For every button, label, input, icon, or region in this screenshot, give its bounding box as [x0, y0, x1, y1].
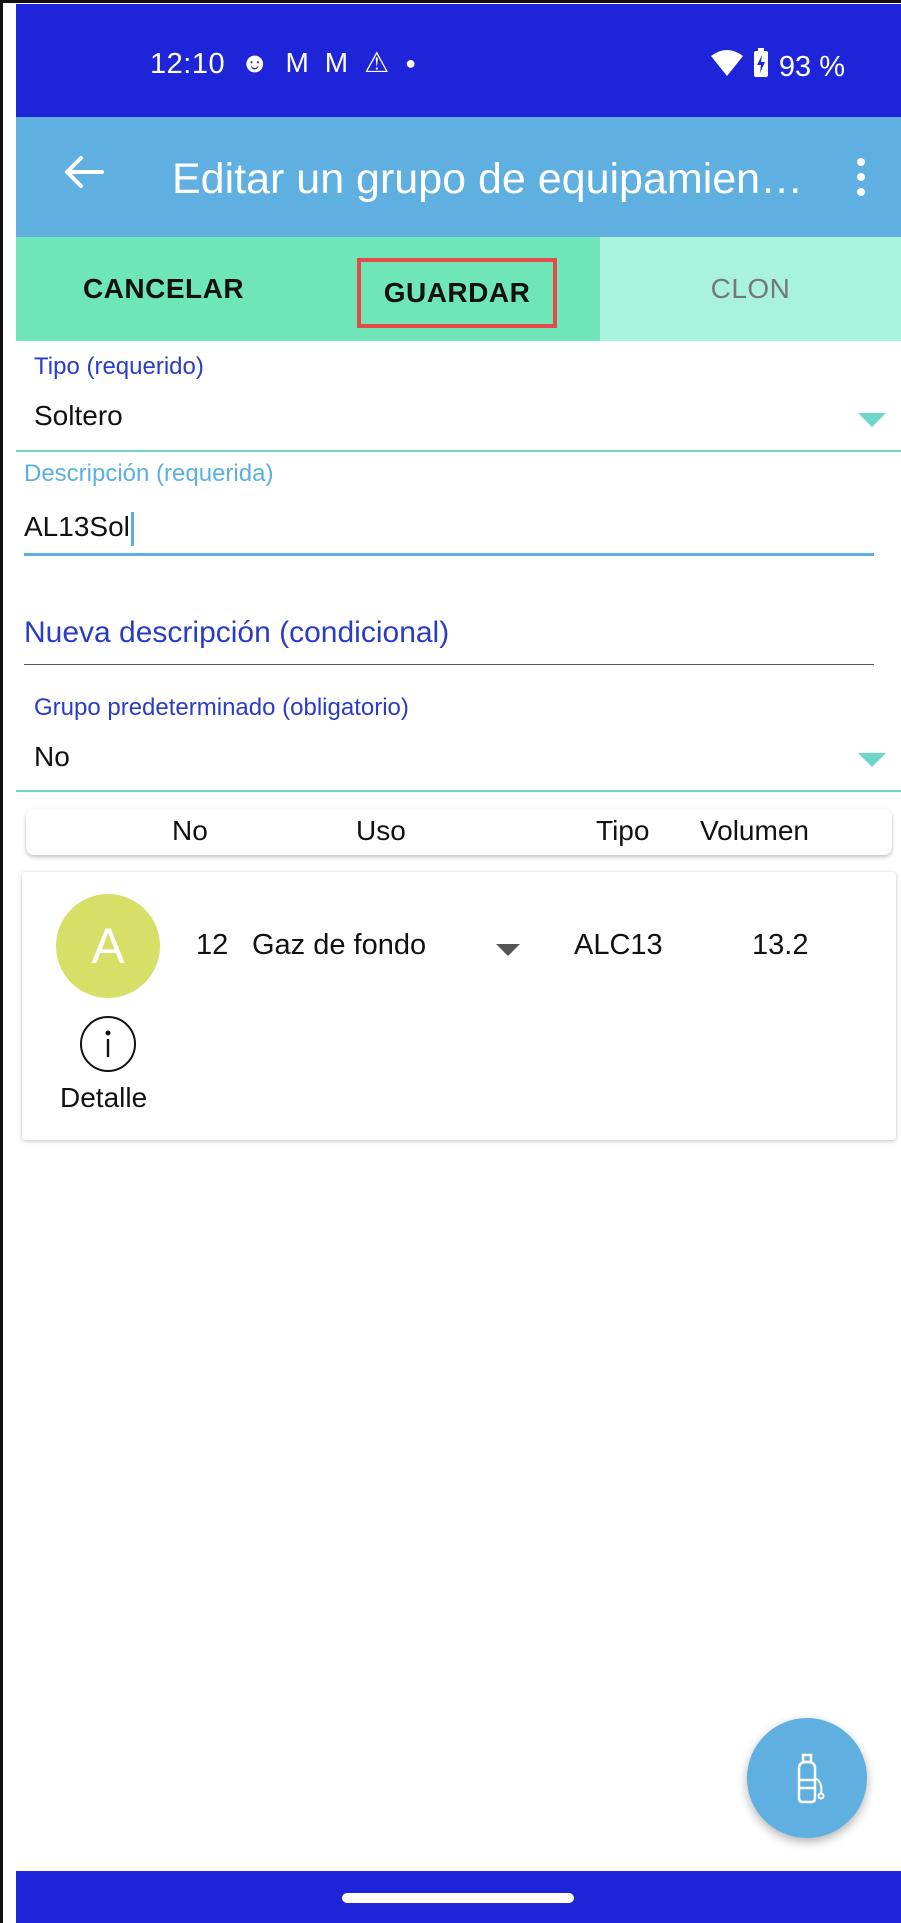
description-underline	[24, 553, 874, 556]
type-dropdown-icon[interactable]	[858, 413, 886, 427]
type-underline	[16, 450, 901, 452]
gmail-icon: M	[285, 47, 309, 78]
default-group-underline	[16, 790, 901, 792]
new-description-label: Nueva descripción (condicional)	[24, 616, 450, 649]
type-value: Soltero	[34, 400, 123, 431]
action-bar: CANCELAR GUARDAR CLON	[16, 237, 901, 341]
wifi-icon	[710, 50, 743, 84]
page-title: Editar un grupo de equipamien…	[172, 155, 804, 203]
gas-cylinder-icon	[797, 1753, 825, 1804]
more-options-icon[interactable]	[841, 147, 881, 207]
row-uso[interactable]: Gaz de fondo	[252, 929, 426, 962]
battery-percent: 93 %	[778, 50, 845, 83]
default-group-value: No	[34, 741, 70, 772]
add-cylinder-button[interactable]	[747, 1718, 867, 1838]
description-label: Descripción (requerida)	[24, 460, 274, 487]
battery-charging-icon	[753, 48, 769, 86]
navigation-bar	[16, 1871, 901, 1923]
row-tipo: ALC13	[574, 929, 663, 961]
detail-link[interactable]: Detalle	[60, 1082, 147, 1114]
dot-icon: ●	[405, 53, 417, 73]
description-value: AL13Sol	[24, 511, 130, 542]
header-tipo: Tipo	[596, 815, 650, 846]
header-no: No	[172, 815, 208, 846]
row-volumen: 13.2	[752, 929, 809, 961]
home-gesture-handle[interactable]	[342, 1893, 574, 1903]
table-header: No Uso Tipo Volumen	[26, 809, 892, 855]
warning-icon: ⚠	[364, 47, 390, 78]
avatar: A	[56, 894, 160, 998]
info-icon[interactable]	[80, 1016, 136, 1072]
equipment-row-card[interactable]: A Detalle 12 Gaz de fondo ALC13 13.2	[22, 872, 896, 1140]
face-icon: ☻	[240, 47, 270, 78]
row-no: 12	[196, 929, 229, 961]
type-label: Tipo (requerido)	[34, 353, 204, 380]
default-group-label: Grupo predeterminado (obligatorio)	[34, 694, 409, 721]
status-time: 12:10	[150, 48, 226, 80]
status-bar: 12:10 ☻ M M ⚠ ● 93 %	[16, 4, 901, 117]
clone-button[interactable]: CLON	[600, 237, 901, 341]
uso-dropdown-icon[interactable]	[496, 944, 520, 956]
header-uso: Uso	[356, 815, 406, 846]
default-group-dropdown-icon[interactable]	[858, 753, 886, 767]
header-volumen: Volumen	[700, 815, 809, 846]
new-description-underline	[24, 664, 874, 665]
back-arrow-icon[interactable]	[54, 145, 114, 205]
notification-icons: ☻ M M ⚠ ●	[240, 46, 416, 80]
description-input[interactable]: AL13Sol	[24, 511, 134, 546]
system-status: 93 %	[710, 48, 845, 86]
cancel-button[interactable]: CANCELAR	[16, 237, 311, 341]
save-button[interactable]: GUARDAR	[357, 258, 557, 328]
text-cursor	[130, 511, 134, 546]
gmail-icon: M	[324, 47, 349, 78]
app-bar: Editar un grupo de equipamien…	[16, 117, 901, 237]
app-screen: 12:10 ☻ M M ⚠ ● 93 % Editar un grupo de …	[16, 4, 901, 1923]
